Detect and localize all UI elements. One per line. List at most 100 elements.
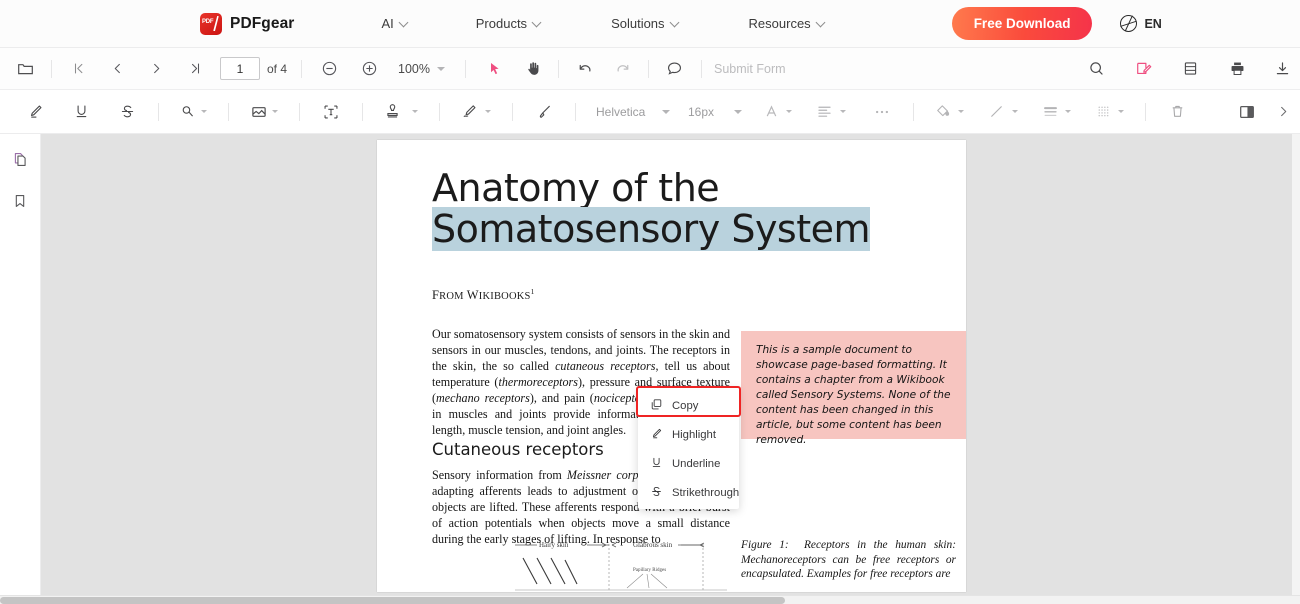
page-number-input[interactable]: [220, 57, 260, 80]
nav-item-resources-label: Resources: [748, 16, 811, 31]
document-title: Anatomy of the Somatosensory System: [432, 167, 942, 252]
fill-color-button[interactable]: [930, 97, 969, 127]
vertical-scrollbar[interactable]: [1292, 134, 1300, 604]
print-button[interactable]: [1222, 54, 1252, 84]
language-selector[interactable]: EN: [1120, 15, 1162, 32]
pdf-page[interactable]: Anatomy of the Somatosensory System FROM…: [377, 140, 966, 592]
toggle-side-panel-button[interactable]: [1232, 97, 1262, 127]
stamp-button[interactable]: [379, 97, 423, 127]
chevron-down-icon: [1012, 110, 1018, 113]
context-menu[interactable]: Copy Highlight Underline Strikethrough: [638, 387, 739, 509]
toolbar-divider: [51, 59, 52, 78]
comment-button[interactable]: [659, 54, 689, 84]
redo-button[interactable]: [608, 54, 638, 84]
chevron-down-icon: [272, 110, 278, 113]
font-size-label: 16px: [688, 104, 715, 119]
zoom-level-selector[interactable]: 100%: [398, 62, 445, 76]
nav-item-ai[interactable]: AI: [379, 0, 410, 48]
download-button[interactable]: [1267, 54, 1297, 84]
bookmarks-icon[interactable]: [7, 188, 33, 214]
line-color-button[interactable]: [983, 97, 1023, 127]
toolbar-divider: [439, 102, 440, 121]
brand-name: PDFgear: [230, 14, 295, 32]
toolbar-divider: [701, 59, 702, 78]
toolbar-divider: [465, 59, 466, 78]
strikethrough-icon[interactable]: [112, 97, 142, 127]
expand-button[interactable]: [1268, 97, 1298, 127]
pdf-viewer-canvas[interactable]: Anatomy of the Somatosensory System FROM…: [41, 134, 1300, 604]
brand-logo-group[interactable]: PDFgear: [200, 12, 295, 35]
first-page-button[interactable]: [63, 54, 93, 84]
context-menu-item-highlight[interactable]: Highlight: [638, 420, 739, 449]
edit-annotate-button[interactable]: [1128, 54, 1158, 84]
language-label: EN: [1144, 16, 1162, 31]
chevron-down-icon: [437, 66, 445, 71]
last-page-button[interactable]: [180, 54, 210, 84]
chevron-down-icon: [817, 19, 826, 28]
text-box-button[interactable]: [316, 97, 346, 127]
highlight-pen-icon: [650, 427, 663, 443]
page-total-label: of 4: [267, 61, 288, 76]
hand-pan-tool[interactable]: [518, 54, 548, 84]
free-download-button[interactable]: Free Download: [951, 7, 1093, 40]
submit-form-button[interactable]: Submit Form: [714, 62, 786, 76]
context-menu-label-strikethrough: Strikethrough: [672, 486, 740, 499]
open-folder-button[interactable]: [10, 54, 40, 84]
next-page-button[interactable]: [141, 54, 171, 84]
website-top-nav: PDFgear AI Products Solutions Resources …: [0, 0, 1300, 48]
page-layout-button[interactable]: [1175, 54, 1205, 84]
nav-item-ai-label: AI: [381, 16, 394, 31]
opacity-pattern-button[interactable]: [1090, 97, 1129, 127]
underline-icon[interactable]: [66, 97, 96, 127]
chevron-down-icon: [662, 109, 670, 114]
document-byline: FROM WIKIBOOKS1: [432, 287, 535, 303]
toolbar-divider: [299, 102, 300, 121]
horizontal-scrollbar-thumb[interactable]: [0, 597, 785, 604]
line-weight-button[interactable]: [1037, 97, 1076, 127]
page-thumbnails-icon[interactable]: [7, 146, 33, 172]
document-note-box: This is a sample document to showcase pa…: [741, 331, 966, 446]
chevron-down-icon: [533, 19, 542, 28]
document-figure-caption: Figure 1: Receptors in the human skin: M…: [741, 539, 956, 581]
horizontal-scrollbar-track[interactable]: [0, 595, 1300, 604]
copy-icon: [650, 398, 663, 414]
pdfgear-logo-icon: [200, 12, 222, 35]
context-menu-item-copy[interactable]: Copy: [638, 391, 739, 420]
search-icon[interactable]: [1081, 54, 1111, 84]
undo-button[interactable]: [569, 54, 599, 84]
nav-item-resources[interactable]: Resources: [747, 0, 828, 48]
previous-page-button[interactable]: [102, 54, 132, 84]
toolbar-divider: [575, 102, 576, 121]
font-family-label: Helvetica: [596, 104, 646, 119]
nav-item-solutions[interactable]: Solutions: [609, 0, 681, 48]
highlight-pen-icon[interactable]: [20, 97, 50, 127]
delete-button[interactable]: [1162, 97, 1192, 127]
document-figure-diagram: Hairy skin Glabrous skin Papillary Ridge…: [515, 538, 727, 592]
nav-item-products[interactable]: Products: [474, 0, 544, 48]
font-size-selector[interactable]: 16px: [684, 105, 746, 119]
insert-image-button[interactable]: [245, 97, 283, 127]
brush-tool-button[interactable]: [529, 97, 559, 127]
context-menu-item-underline[interactable]: Underline: [638, 449, 739, 478]
context-menu-label-underline: Underline: [672, 457, 721, 470]
toolbar-divider: [1145, 102, 1146, 121]
shape-annotation-button[interactable]: [175, 97, 212, 127]
svg-text:Papillary Ridges: Papillary Ridges: [633, 568, 666, 573]
chevron-down-icon: [1065, 110, 1071, 113]
signature-button[interactable]: [456, 97, 496, 127]
font-family-selector[interactable]: Helvetica: [592, 105, 674, 119]
main-area: Anatomy of the Somatosensory System FROM…: [0, 134, 1300, 604]
toolbar-divider: [301, 59, 303, 78]
toolbar-divider: [558, 59, 559, 78]
toolbar-divider: [648, 59, 649, 78]
toolbar-divider: [158, 102, 159, 121]
text-align-button[interactable]: [811, 97, 851, 127]
font-color-button[interactable]: [758, 97, 797, 127]
pdf-toolbar-annotation: Helvetica 16px: [0, 90, 1300, 134]
more-options-button[interactable]: [867, 97, 897, 127]
zoom-out-button[interactable]: [314, 54, 344, 84]
zoom-in-button[interactable]: [354, 54, 384, 84]
select-cursor-tool[interactable]: [480, 54, 510, 84]
strikethrough-icon: [650, 485, 663, 501]
context-menu-item-strikethrough[interactable]: Strikethrough: [638, 478, 739, 507]
